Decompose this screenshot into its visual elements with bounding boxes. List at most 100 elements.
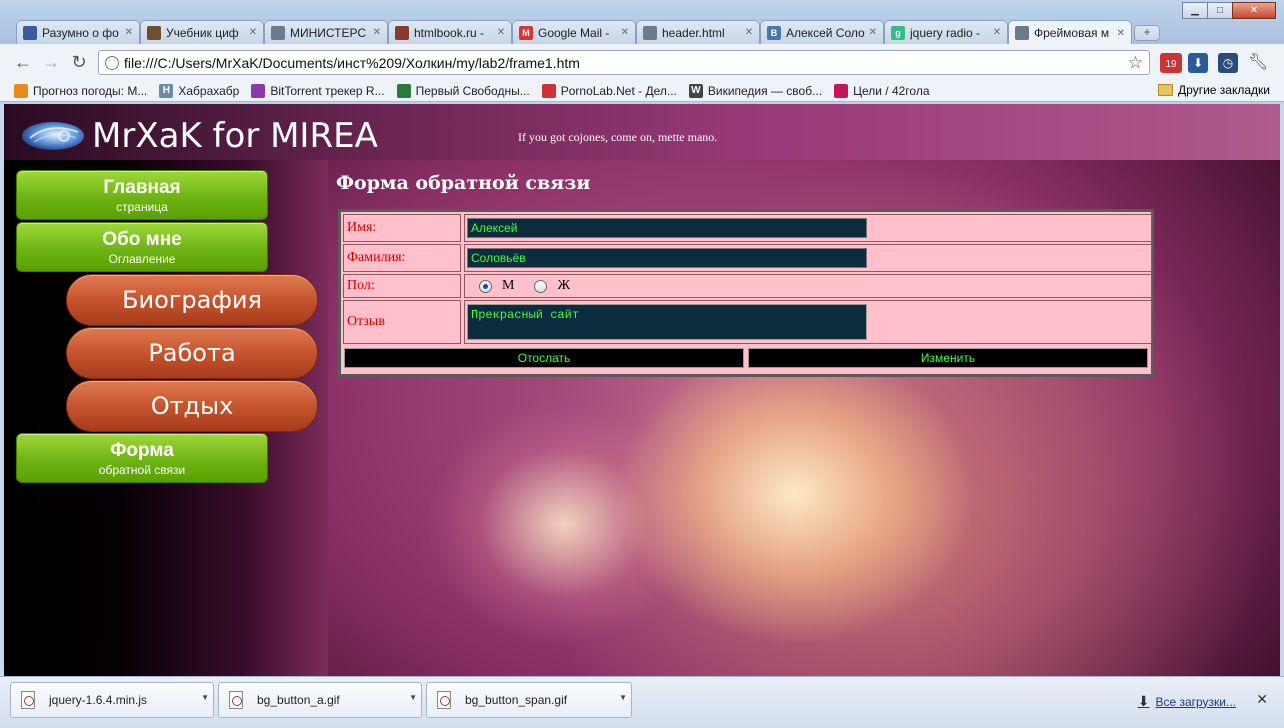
reset-button[interactable]: Изменить (748, 348, 1148, 368)
bookmark-0[interactable]: Прогноз погоды: М... (14, 83, 148, 98)
gender-f-label: Ж (557, 278, 570, 293)
forward-button[interactable]: → (40, 52, 62, 74)
download-item-2[interactable]: bg_button_a.gif ▼ (218, 682, 422, 718)
dropdown-arrow-icon[interactable]: ▼ (409, 693, 417, 702)
tab-close-icon[interactable]: ✕ (869, 27, 877, 38)
nav-about-label: Обо мне (102, 229, 182, 250)
tab-title: Алексей Соло (786, 25, 865, 40)
tab-0[interactable]: Разумно о фо ✕ (16, 20, 140, 44)
reload-button[interactable]: ↻ (68, 52, 90, 74)
tab-favicon-icon (395, 25, 409, 40)
nav-rest-button[interactable]: Отдых (66, 380, 318, 432)
folder-icon (1158, 84, 1174, 96)
gender-m-radio[interactable] (479, 279, 492, 293)
bookmark-favicon-icon (251, 83, 266, 98)
downloads-bar: jquery-1.6.4.min.js ▼ bg_button_a.gif ▼ … (0, 676, 1284, 728)
tab-close-icon[interactable]: ✕ (621, 27, 629, 38)
bookmark-star-icon[interactable]: ☆ (1128, 53, 1143, 73)
tab-title: htmlbook.ru - (414, 25, 485, 40)
other-bookmarks[interactable]: Другие закладки (1158, 83, 1270, 97)
bookmark-label: Первый Свободны... (415, 83, 530, 98)
bookmark-5[interactable]: W Википедия — своб... (688, 83, 822, 98)
gender-m-label: М (502, 278, 515, 293)
tab-2[interactable]: МИНИСТЕРС ✕ (264, 20, 388, 44)
nav-work-button[interactable]: Работа (66, 327, 318, 379)
nav-form-sublabel: обратной связи (98, 463, 186, 477)
tab-favicon-icon: B (767, 25, 781, 40)
download-extension-icon[interactable]: ⬇ (1188, 53, 1208, 73)
surname-input[interactable]: Соловьёв (467, 248, 867, 268)
bookmark-6[interactable]: Цели / 42гола (834, 83, 930, 98)
bookmark-1[interactable]: H Хабрахабр (159, 83, 240, 98)
download-arrow-icon: ⬇ (1137, 693, 1150, 709)
tab-3[interactable]: htmlbook.ru - ✕ (388, 20, 512, 44)
page-icon (105, 55, 119, 70)
gender-label: Пол: (343, 274, 461, 298)
name-label: Имя: (343, 214, 461, 242)
site-header: MrXaK for MIREA If you got cojones, come… (4, 104, 1280, 160)
tab-favicon-icon: g (891, 25, 905, 40)
close-window-button[interactable]: ✕ (1232, 2, 1276, 19)
tab-close-icon[interactable]: ✕ (497, 27, 505, 38)
tab-7[interactable]: g jquery radio - ✕ (884, 20, 1008, 44)
tab-8[interactable]: Фреймовая м ✕ (1008, 20, 1132, 45)
dropdown-arrow-icon[interactable]: ▼ (619, 693, 627, 702)
download-item-3[interactable]: bg_button_span.gif ▼ (426, 682, 632, 718)
review-label: Отзыв (343, 300, 461, 344)
bookmark-label: BitTorrent трекер R... (270, 83, 385, 98)
bookmark-label: Хабрахабр (178, 83, 240, 98)
bookmark-2[interactable]: BitTorrent трекер R... (251, 83, 385, 98)
clock-extension-icon[interactable]: ◷ (1218, 53, 1238, 73)
download-item-1[interactable]: jquery-1.6.4.min.js ▼ (10, 682, 214, 718)
shell-logo-icon (22, 122, 84, 150)
form-row-name: Имя: Алексей (343, 214, 1152, 242)
bookmark-4[interactable]: PornoLab.Net - Дел... (541, 83, 677, 98)
all-downloads-link[interactable]: ⬇ Все загрузки... (1138, 693, 1236, 710)
tab-1[interactable]: Учебник циф ✕ (140, 20, 264, 44)
form-row-buttons: Отослать Изменить (343, 348, 1149, 370)
tab-6[interactable]: B Алексей Соло ✕ (760, 20, 884, 44)
tab-close-icon[interactable]: ✕ (125, 27, 133, 38)
name-cell: Алексей (464, 214, 1152, 242)
tab-title: jquery radio - (910, 25, 981, 40)
tab-close-icon[interactable]: ✕ (249, 27, 257, 38)
submit-button[interactable]: Отослать (344, 348, 744, 368)
tab-title: Фреймовая м (1034, 26, 1110, 40)
tab-4[interactable]: M Google Mail - ✕ (512, 20, 636, 44)
tab-title: МИНИСТЕРС (290, 25, 367, 40)
nav-form-button[interactable]: Форма обратной связи (16, 433, 268, 483)
tab-close-icon[interactable]: ✕ (1117, 28, 1125, 39)
bookmark-label: Цели / 42гола (853, 83, 930, 98)
new-tab-button[interactable]: + (1134, 25, 1160, 41)
nav-home-button[interactable]: Главная страница (16, 170, 268, 220)
dropdown-arrow-icon[interactable]: ▼ (201, 693, 209, 702)
tab-close-icon[interactable]: ✕ (993, 27, 1001, 38)
tab-close-icon[interactable]: ✕ (745, 27, 753, 38)
tab-favicon-icon (271, 25, 285, 40)
review-cell: Прекрасный сайт (464, 300, 1152, 344)
name-input[interactable]: Алексей (467, 218, 867, 238)
site-title[interactable]: MrXaK for MIREA (92, 116, 378, 156)
bookmark-favicon-icon: H (159, 83, 174, 98)
wrench-menu-icon[interactable]: 🔧︎ (1248, 53, 1268, 73)
bookmark-3[interactable]: Первый Свободны... (396, 83, 530, 98)
tabs: Разумно о фо ✕ Учебник циф ✕ МИНИСТЕРС ✕ htmlb… (16, 20, 1160, 45)
minimize-button[interactable]: ▁ (1182, 2, 1208, 19)
maximize-button[interactable]: □ (1207, 2, 1233, 19)
gender-f-radio[interactable] (534, 279, 548, 293)
nav-biography-button[interactable]: Биография (66, 274, 318, 326)
nav-about-button[interactable]: Обо мне Оглавление (16, 222, 268, 272)
close-downloads-icon[interactable]: ✕ (1256, 691, 1268, 708)
review-textarea[interactable]: Прекрасный сайт (467, 304, 867, 340)
tab-5[interactable]: header.html ✕ (636, 20, 760, 44)
extension-badge-icon[interactable]: 19 (1160, 53, 1182, 73)
tab-title: header.html (662, 25, 725, 40)
form-row-review: Отзыв Прекрасный сайт (343, 300, 1152, 344)
tab-favicon-icon: M (519, 25, 533, 40)
bookmark-label: Прогноз погоды: М... (33, 83, 148, 98)
url-text: file:///C:/Users/MrXaK/Documents/инст%20… (124, 54, 580, 71)
back-button[interactable]: ← (12, 52, 34, 74)
tab-title: Google Mail - (538, 25, 610, 40)
address-bar[interactable]: file:///C:/Users/MrXaK/Documents/инст%20… (98, 50, 1150, 75)
tab-close-icon[interactable]: ✕ (373, 27, 381, 38)
